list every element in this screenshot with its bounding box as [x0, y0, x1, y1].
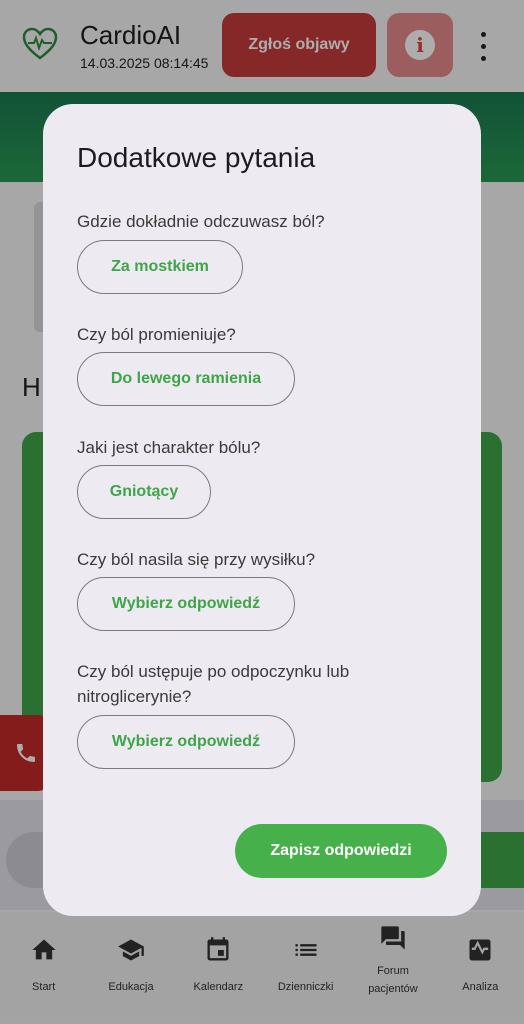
- question-label: Gdzie dokładnie odczuwasz ból?: [77, 212, 325, 231]
- answer-pain-relief-button[interactable]: Wybierz odpowiedź: [77, 715, 295, 769]
- answer-pain-radiation-button[interactable]: Do lewego ramienia: [77, 352, 295, 406]
- answer-pain-location-button[interactable]: Za mostkiem: [77, 240, 243, 294]
- dialog-title: Dodatkowe pytania: [77, 142, 316, 173]
- answer-pain-character-button[interactable]: Gniotący: [77, 465, 211, 519]
- question-label: Czy ból promieniuje?: [77, 325, 236, 344]
- question-label: Jaki jest charakter bólu?: [77, 438, 261, 457]
- question-label: Czy ból ustępuje po odpoczynku lub nitro…: [77, 662, 350, 706]
- save-answers-button[interactable]: Zapisz odpowiedzi: [235, 824, 447, 878]
- question-label: Czy ból nasila się przy wysiłku?: [77, 550, 316, 569]
- additional-questions-dialog: Dodatkowe pytania Gdzie dokładnie odczuw…: [43, 104, 481, 916]
- answer-pain-exertion-button[interactable]: Wybierz odpowiedź: [77, 577, 295, 631]
